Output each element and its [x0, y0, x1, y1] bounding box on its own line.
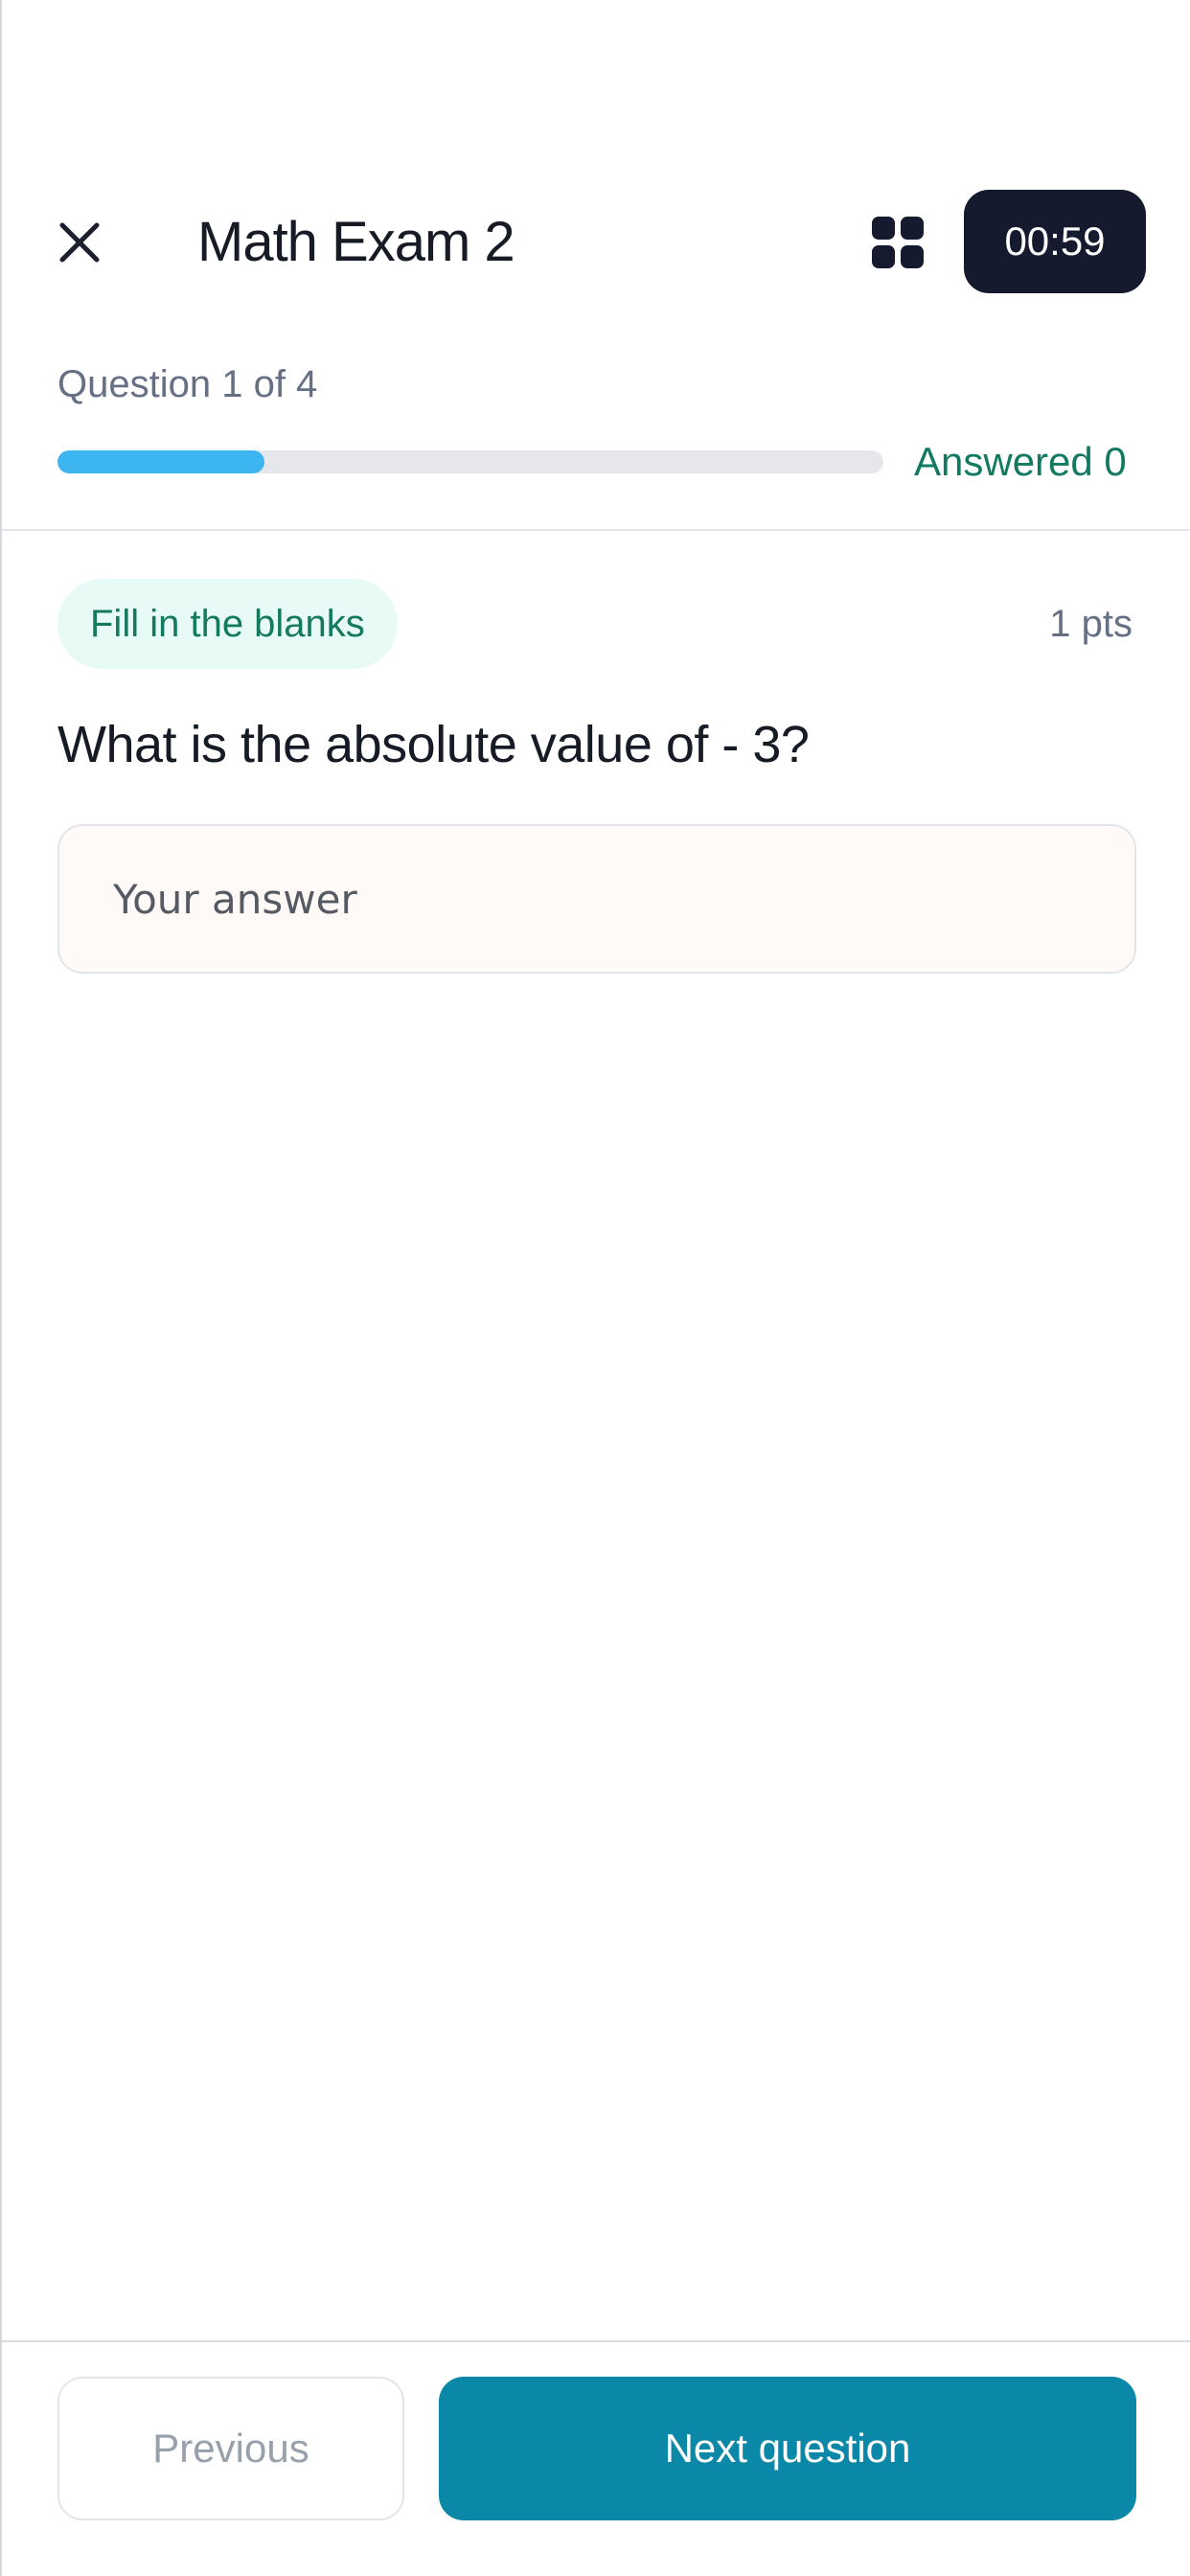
question-points: 1 pts — [1049, 603, 1133, 645]
close-button[interactable] — [48, 211, 111, 274]
header-divider — [2, 529, 1190, 531]
answered-count: Answered 0 — [914, 439, 1127, 484]
previous-button[interactable]: Previous — [57, 2377, 404, 2520]
progress-bar-fill — [57, 450, 264, 473]
progress-bar — [57, 450, 883, 473]
question-text: What is the absolute value of - 3? — [57, 716, 810, 773]
grid-icon — [872, 217, 924, 268]
exam-header: Math Exam 2 00:59 — [2, 190, 1190, 295]
question-type-badge: Fill in the blanks — [57, 579, 398, 669]
answer-input[interactable] — [57, 824, 1136, 974]
exam-timer: 00:59 — [964, 190, 1146, 293]
next-question-button[interactable]: Next question — [439, 2377, 1136, 2520]
question-grid-button[interactable] — [868, 213, 927, 272]
question-counter: Question 1 of 4 — [57, 363, 318, 405]
close-icon — [59, 222, 100, 263]
exam-title: Math Exam 2 — [197, 211, 515, 273]
footer-divider — [2, 2340, 1190, 2342]
exam-screen: Math Exam 2 00:59 Question 1 of 4 Answer… — [0, 0, 1190, 2576]
